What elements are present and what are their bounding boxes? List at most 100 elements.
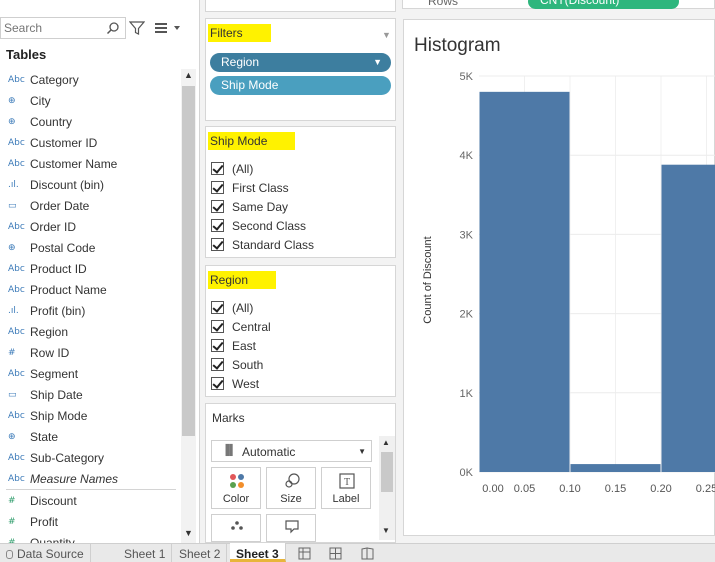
- string-icon: Abc: [8, 263, 25, 274]
- field-item[interactable]: ▭ Order Date: [0, 195, 178, 216]
- histogram-bar[interactable]: [570, 464, 661, 472]
- field-item[interactable]: ⊕ Country: [0, 111, 178, 132]
- number-icon: #: [8, 516, 16, 527]
- string-icon: Abc: [8, 326, 25, 337]
- checkbox-label: Standard Class: [232, 237, 315, 252]
- filter-pill-region[interactable]: Region ▼: [210, 53, 391, 72]
- globe-icon: ⊕: [8, 116, 16, 127]
- checkbox-checked-icon[interactable]: [211, 339, 224, 352]
- tab-sheet-1[interactable]: Sheet 1: [118, 543, 173, 562]
- mark-type-select[interactable]: ▐▌ Automatic ▼: [211, 440, 372, 462]
- checkbox-checked-icon[interactable]: [211, 219, 224, 232]
- field-item[interactable]: Abc Product Name: [0, 279, 178, 300]
- histogram-bar[interactable]: [661, 164, 715, 472]
- tab-sheet-2[interactable]: Sheet 2: [173, 543, 228, 562]
- y-tick-label: 1K: [460, 388, 474, 400]
- checkbox-checked-icon[interactable]: [211, 238, 224, 251]
- tab-data-source[interactable]: Data Source: [0, 543, 91, 562]
- checkbox-checked-icon[interactable]: [211, 320, 224, 333]
- field-item[interactable]: Abc Measure Names: [0, 468, 178, 489]
- search-icon[interactable]: [106, 21, 120, 35]
- checkbox-checked-icon[interactable]: [211, 181, 224, 194]
- field-label: Sub-Category: [30, 450, 105, 465]
- checkbox-item[interactable]: West: [211, 374, 259, 393]
- field-item[interactable]: Abc Order ID: [0, 216, 178, 237]
- checkbox-item[interactable]: Standard Class: [211, 235, 314, 254]
- checkbox-checked-icon[interactable]: [211, 358, 224, 371]
- checkbox-checked-icon[interactable]: [211, 301, 224, 314]
- label-button[interactable]: T Label: [321, 467, 371, 509]
- scroll-down-icon[interactable]: ▼: [382, 526, 390, 535]
- checkbox-item[interactable]: (All): [211, 159, 253, 178]
- field-label: Category: [30, 72, 79, 87]
- checkbox-item[interactable]: East: [211, 336, 256, 355]
- size-label: Size: [280, 493, 302, 505]
- x-tick-label: 0.15: [605, 483, 626, 495]
- field-item[interactable]: ⊕ State: [0, 426, 178, 447]
- data-source-icon: [6, 550, 13, 559]
- filter-pill-ship-mode[interactable]: Ship Mode: [210, 76, 391, 95]
- scrollbar-thumb[interactable]: [182, 86, 195, 436]
- filters-dropdown-icon[interactable]: ▼: [382, 30, 391, 40]
- new-dashboard-icon[interactable]: [328, 547, 344, 560]
- field-label: Customer Name: [30, 156, 118, 171]
- mark-type-label: Automatic: [242, 445, 296, 459]
- tab-sheet-3[interactable]: Sheet 3: [230, 543, 286, 562]
- field-item[interactable]: Abc Ship Mode: [0, 405, 178, 426]
- field-item[interactable]: Abc Category: [0, 69, 178, 90]
- field-item[interactable]: ⊕ City: [0, 90, 178, 111]
- field-item[interactable]: Abc Sub-Category: [0, 447, 178, 468]
- color-button[interactable]: Color: [211, 467, 261, 509]
- view-options-icon[interactable]: [154, 20, 182, 36]
- filter-icon[interactable]: [129, 20, 145, 36]
- scroll-up-icon[interactable]: ▲: [382, 438, 390, 447]
- field-label: Discount (bin): [30, 177, 105, 192]
- new-story-icon[interactable]: [360, 547, 376, 560]
- measure-item[interactable]: # Profit: [0, 511, 178, 532]
- x-tick-label: 0.05: [514, 483, 535, 495]
- pill-dropdown-icon[interactable]: ▼: [373, 53, 382, 72]
- new-worksheet-icon[interactable]: [297, 547, 313, 560]
- checkbox-checked-icon[interactable]: [211, 377, 224, 390]
- rows-pill[interactable]: CNT(Discount): [528, 0, 679, 9]
- field-item[interactable]: .ıl. Discount (bin): [0, 174, 178, 195]
- marks-scrollbar[interactable]: ▲ ▼: [379, 436, 395, 540]
- size-icon: [285, 473, 300, 488]
- detail-button[interactable]: [211, 514, 261, 542]
- search-input[interactable]: [1, 18, 105, 38]
- field-item[interactable]: ⊕ Postal Code: [0, 237, 178, 258]
- checkbox-item[interactable]: Second Class: [211, 216, 306, 235]
- field-item[interactable]: .ıl. Profit (bin): [0, 300, 178, 321]
- checkbox-item[interactable]: (All): [211, 298, 253, 317]
- label-icon: T: [339, 473, 355, 489]
- y-tick-label: 3K: [460, 229, 474, 241]
- checkbox-checked-icon[interactable]: [211, 162, 224, 175]
- field-label: Order ID: [30, 219, 77, 234]
- svg-text:T: T: [344, 477, 350, 488]
- search-box[interactable]: [0, 17, 126, 39]
- y-axis-label: Count of Discount: [422, 236, 434, 323]
- scroll-up-icon[interactable]: ▲: [181, 70, 196, 84]
- checkbox-item[interactable]: Same Day: [211, 197, 288, 216]
- tooltip-button[interactable]: [266, 514, 316, 542]
- field-item[interactable]: ▭ Ship Date: [0, 384, 178, 405]
- field-item[interactable]: Abc Segment: [0, 363, 178, 384]
- checkbox-item[interactable]: First Class: [211, 178, 289, 197]
- field-item[interactable]: Abc Customer Name: [0, 153, 178, 174]
- sheet-tab-bar: [0, 543, 715, 562]
- checkbox-item[interactable]: Central: [211, 317, 271, 336]
- marks-card: Marks ▐▌ Automatic ▼ Color Size T Label: [205, 403, 396, 543]
- measure-item[interactable]: # Discount: [0, 490, 178, 511]
- field-item[interactable]: Abc Region: [0, 321, 178, 342]
- scrollbar-thumb[interactable]: [381, 452, 393, 492]
- histogram-bar[interactable]: [479, 91, 570, 472]
- field-item[interactable]: # Row ID: [0, 342, 178, 363]
- checkbox-checked-icon[interactable]: [211, 200, 224, 213]
- field-item[interactable]: Abc Customer ID: [0, 132, 178, 153]
- scroll-down-icon[interactable]: ▼: [181, 528, 196, 542]
- field-item[interactable]: Abc Product ID: [0, 258, 178, 279]
- checkbox-item[interactable]: South: [211, 355, 263, 374]
- field-label: Measure Names: [30, 471, 119, 486]
- size-button[interactable]: Size: [266, 467, 316, 509]
- checkbox-label: (All): [232, 161, 254, 176]
